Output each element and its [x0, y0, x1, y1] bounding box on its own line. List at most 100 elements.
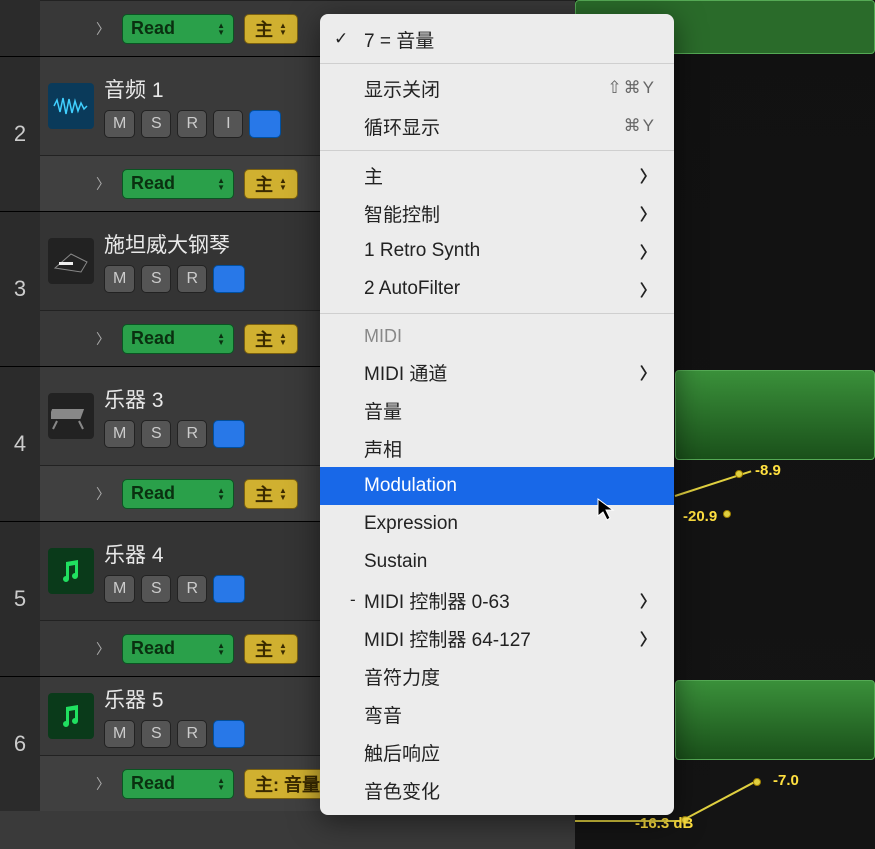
disclosure-icon[interactable]: 〉	[94, 174, 112, 194]
record-button[interactable]: R	[177, 420, 207, 448]
solo-button[interactable]: S	[141, 420, 171, 448]
menu-item-sustain[interactable]: Sustain	[320, 543, 674, 581]
automation-param-label: 主	[255, 171, 273, 197]
disclosure-icon[interactable]: 〉	[94, 19, 112, 39]
track-name-label[interactable]: 音频 1	[104, 74, 281, 104]
record-button[interactable]: R	[177, 265, 207, 293]
track-name-label[interactable]: 乐器 5	[104, 684, 245, 714]
menu-item-midi-channel[interactable]: MIDI 通道 〉	[320, 353, 674, 391]
menu-section-header: MIDI	[320, 319, 674, 353]
track-name-label[interactable]: 乐器 3	[104, 384, 245, 414]
menu-item-cycle[interactable]: 循环显示 ⌘Y	[320, 107, 674, 145]
updown-icon: ▲▼	[279, 332, 287, 346]
extra-button[interactable]	[213, 265, 245, 293]
automation-value-label: -20.9	[683, 508, 717, 525]
automation-param-select[interactable]: 主 ▲▼	[244, 169, 298, 199]
track-name-label[interactable]: 乐器 4	[104, 539, 245, 569]
track-number: 5	[0, 522, 40, 676]
record-button[interactable]: R	[177, 575, 207, 603]
menu-item-velocity[interactable]: 音符力度	[320, 657, 674, 695]
menu-item-volume[interactable]: 音量	[320, 391, 674, 429]
menu-item-aftertouch[interactable]: 触后响应	[320, 733, 674, 771]
automation-mode-label: Read	[131, 483, 175, 504]
menu-item-midi-0-63[interactable]: - MIDI 控制器 0-63 〉	[320, 581, 674, 619]
menu-item-midi-64-127[interactable]: MIDI 控制器 64-127 〉	[320, 619, 674, 657]
menu-item-main[interactable]: 主 〉	[320, 156, 674, 194]
track-name-label[interactable]: 施坦威大钢琴	[104, 229, 245, 259]
solo-button[interactable]: S	[141, 720, 171, 748]
automation-point[interactable]	[735, 470, 743, 478]
menu-item-pitchbend[interactable]: 弯音	[320, 695, 674, 733]
mute-button[interactable]: M	[104, 110, 135, 138]
menu-item-program[interactable]: 音色变化	[320, 771, 674, 809]
automation-param-select[interactable]: 主 ▲▼	[244, 479, 298, 509]
extra-button[interactable]	[213, 720, 245, 748]
automation-mode-select[interactable]: Read ▲▼	[122, 479, 234, 509]
chevron-right-icon: 〉	[640, 626, 656, 650]
track-number-col	[0, 0, 40, 56]
menu-separator	[320, 150, 674, 151]
menu-label: 1 Retro Synth	[364, 240, 480, 262]
automation-param-label: 主	[255, 326, 273, 352]
mute-button[interactable]: M	[104, 420, 135, 448]
disclosure-icon[interactable]: 〉	[94, 639, 112, 659]
menu-label: 智能控制	[364, 200, 440, 227]
disclosure-icon[interactable]: 〉	[94, 484, 112, 504]
menu-label: Expression	[364, 513, 458, 535]
mute-button[interactable]: M	[104, 720, 135, 748]
updown-icon: ▲▼	[217, 642, 225, 656]
music-note-icon	[48, 693, 94, 739]
disclosure-icon[interactable]: 〉	[94, 774, 112, 794]
track-button-row: M S R I	[104, 110, 281, 138]
menu-item-expression[interactable]: Expression	[320, 505, 674, 543]
automation-mode-select[interactable]: Read ▲▼	[122, 169, 234, 199]
automation-value-label: -16.3 dB	[635, 815, 693, 832]
extra-button[interactable]	[213, 420, 245, 448]
updown-icon: ▲▼	[217, 332, 225, 346]
timeline-region[interactable]	[675, 680, 875, 760]
automation-point[interactable]	[723, 510, 731, 518]
track-button-row: M S R	[104, 420, 245, 448]
updown-icon: ▲▼	[217, 177, 225, 191]
menu-label: 音色变化	[364, 777, 440, 804]
menu-item-retro[interactable]: 1 Retro Synth 〉	[320, 232, 674, 270]
automation-mode-select[interactable]: Read ▲▼	[122, 14, 234, 44]
track-meta: 乐器 5 M S R	[104, 684, 245, 748]
automation-mode-label: Read	[131, 773, 175, 794]
solo-button[interactable]: S	[141, 110, 171, 138]
app-root: 〉 Read ▲▼ 主 ▲▼ 2	[0, 0, 875, 849]
automation-mode-select[interactable]: Read ▲▼	[122, 769, 234, 799]
automation-mode-select[interactable]: Read ▲▼	[122, 634, 234, 664]
menu-label: 循环显示	[364, 113, 440, 140]
automation-point[interactable]	[753, 778, 761, 786]
timeline-region[interactable]	[675, 370, 875, 460]
menu-item-pan[interactable]: 声相	[320, 429, 674, 467]
menu-item-autofilter[interactable]: 2 AutoFilter 〉	[320, 270, 674, 308]
dash-icon: -	[350, 590, 356, 610]
menu-item-smart[interactable]: 智能控制 〉	[320, 194, 674, 232]
record-button[interactable]: R	[177, 720, 207, 748]
automation-param-select[interactable]: 主 ▲▼	[244, 14, 298, 44]
music-note-icon	[48, 548, 94, 594]
automation-mode-select[interactable]: Read ▲▼	[122, 324, 234, 354]
automation-param-select[interactable]: 主 ▲▼	[244, 634, 298, 664]
extra-button[interactable]	[249, 110, 281, 138]
updown-icon: ▲▼	[279, 22, 287, 36]
solo-button[interactable]: S	[141, 575, 171, 603]
record-button[interactable]: R	[177, 110, 207, 138]
mute-button[interactable]: M	[104, 575, 135, 603]
menu-item-current[interactable]: ✓ 7 = 音量	[320, 20, 674, 58]
menu-item-show-off[interactable]: 显示关闭 ⇧⌘Y	[320, 69, 674, 107]
automation-curve[interactable]	[685, 781, 757, 820]
mute-button[interactable]: M	[104, 265, 135, 293]
extra-button[interactable]	[213, 575, 245, 603]
menu-item-modulation[interactable]: Modulation	[320, 467, 674, 505]
menu-label: 音量	[364, 397, 402, 424]
solo-button[interactable]: S	[141, 265, 171, 293]
automation-param-select[interactable]: 主 ▲▼	[244, 324, 298, 354]
updown-icon: ▲▼	[279, 487, 287, 501]
disclosure-icon[interactable]: 〉	[94, 329, 112, 349]
updown-icon: ▲▼	[279, 177, 287, 191]
menu-label: 触后响应	[364, 739, 440, 766]
input-button[interactable]: I	[213, 110, 243, 138]
